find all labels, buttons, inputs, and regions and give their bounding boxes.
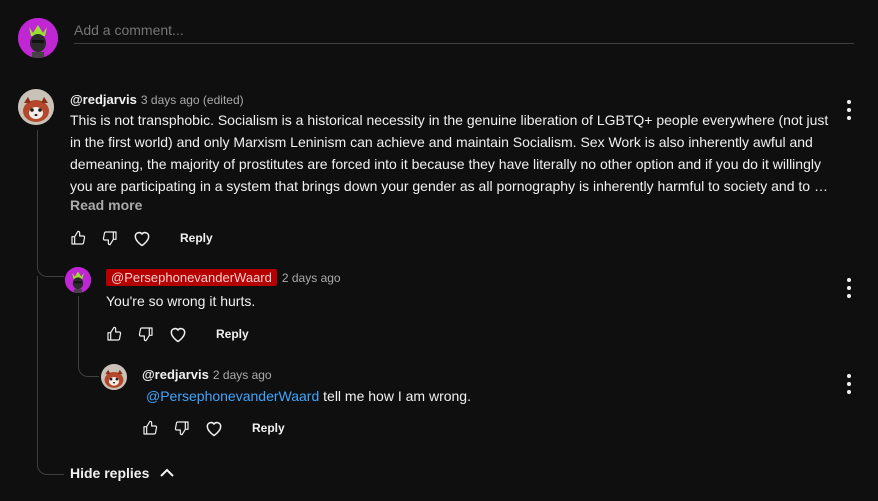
reply-actions: Reply: [102, 322, 249, 346]
like-icon[interactable]: [138, 416, 162, 440]
dislike-icon[interactable]: [134, 322, 158, 346]
commenter-avatar[interactable]: [18, 89, 54, 125]
comment-timestamp[interactable]: 3 days ago (edited): [141, 93, 244, 107]
heart-icon[interactable]: [202, 416, 226, 440]
reply-timestamp[interactable]: 2 days ago: [213, 368, 272, 382]
reply-actions: Reply: [138, 416, 285, 440]
nested-thread-line: [78, 296, 79, 356]
comment-header: @redjarvis 3 days ago (edited): [70, 91, 244, 109]
reply-body: You're so wrong it hurts.: [106, 293, 256, 309]
reply-avatar[interactable]: [65, 267, 91, 293]
dislike-icon[interactable]: [170, 416, 194, 440]
chevron-up-icon: [159, 467, 175, 479]
reply-text: tell me how I am wrong.: [319, 388, 471, 404]
hide-replies-button[interactable]: Hide replies: [70, 465, 175, 481]
add-comment-input[interactable]: [74, 17, 854, 44]
thread-line: [37, 276, 38, 456]
reply-button[interactable]: Reply: [252, 421, 285, 435]
hide-replies-label: Hide replies: [70, 465, 150, 481]
heart-icon[interactable]: [130, 226, 154, 250]
dislike-icon[interactable]: [98, 226, 122, 250]
mention-link[interactable]: @PersephonevanderWaard: [146, 388, 319, 404]
reply-button[interactable]: Reply: [180, 231, 213, 245]
read-more-link[interactable]: Read more: [70, 197, 142, 213]
reply-timestamp[interactable]: 2 days ago: [282, 271, 341, 285]
like-icon[interactable]: [66, 226, 90, 250]
comment-author[interactable]: @redjarvis: [70, 92, 137, 107]
nested-thread-connector: [78, 356, 99, 377]
reply-header: @PersephonevanderWaard 2 days ago: [106, 269, 341, 287]
reply-button[interactable]: Reply: [216, 327, 249, 341]
reply-avatar[interactable]: [101, 364, 127, 390]
reply-author[interactable]: @redjarvis: [142, 367, 209, 382]
like-icon[interactable]: [102, 322, 126, 346]
comment-line: This is not transphobic. Socialism is a …: [70, 112, 829, 128]
reply-more-icon[interactable]: [845, 278, 853, 298]
thread-connector: [37, 452, 64, 475]
reply-more-icon[interactable]: [845, 374, 853, 394]
reply-header: @redjarvis 2 days ago: [142, 366, 272, 384]
reply-author-chip[interactable]: @PersephonevanderWaard: [106, 269, 277, 286]
comment-line: you are participating in a system that b…: [70, 178, 828, 194]
comment-actions: Reply: [66, 226, 213, 250]
reply-body: @PersephonevanderWaard tell me how I am …: [146, 385, 471, 407]
comment-line: in the first world) and only Marxism Len…: [70, 134, 813, 150]
thread-connector: [37, 256, 64, 277]
current-user-avatar: [18, 18, 58, 58]
heart-icon[interactable]: [166, 322, 190, 346]
comment-more-icon[interactable]: [845, 100, 853, 120]
comment-line: demeaning, the majority of prostitutes a…: [70, 156, 821, 172]
comment-body: This is not transphobic. Socialism is a …: [70, 109, 845, 197]
thread-line: [37, 130, 38, 256]
